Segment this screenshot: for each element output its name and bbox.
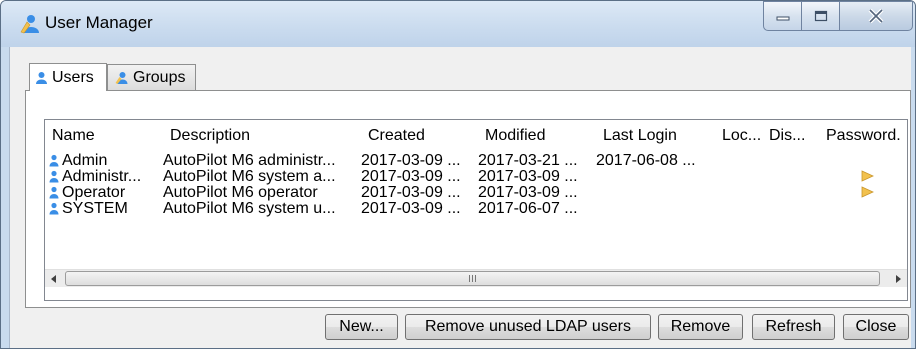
title-bar[interactable]: User Manager bbox=[1, 1, 915, 47]
table-row[interactable]: SYSTEM AutoPilot M6 system u... 2017-03-… bbox=[45, 201, 907, 217]
maximize-button[interactable] bbox=[801, 1, 839, 31]
minimize-button[interactable] bbox=[763, 1, 801, 31]
scroll-right-button[interactable] bbox=[889, 270, 907, 288]
tab-users[interactable]: Users bbox=[29, 63, 107, 91]
column-header-disabled[interactable]: Dis... bbox=[762, 120, 805, 152]
cell-description: AutoPilot M6 system a... bbox=[163, 169, 336, 185]
close-button[interactable]: Close bbox=[843, 314, 909, 340]
cell-created: 2017-03-09 ... bbox=[361, 153, 461, 169]
cell-created: 2017-03-09 ... bbox=[361, 201, 461, 217]
cell-modified: 2017-03-21 ... bbox=[478, 153, 578, 169]
list-header: Name Description Created Modified Last L… bbox=[45, 120, 907, 152]
new-button[interactable]: New... bbox=[325, 314, 398, 340]
cell-description: AutoPilot M6 system u... bbox=[163, 201, 336, 217]
cell-modified: 2017-03-09 ... bbox=[478, 169, 578, 185]
cell-modified: 2017-03-09 ... bbox=[478, 185, 578, 201]
cell-description: AutoPilot M6 administr... bbox=[163, 153, 336, 169]
user-icon bbox=[36, 71, 47, 84]
user-manager-window: User Manager Users Groups Name Descripti… bbox=[0, 0, 916, 349]
password-expired-icon bbox=[861, 186, 874, 198]
group-icon bbox=[115, 71, 128, 84]
remove-button[interactable]: Remove bbox=[658, 314, 743, 340]
user-icon bbox=[49, 170, 59, 183]
arrow-left-icon bbox=[51, 275, 56, 283]
maximize-icon bbox=[814, 10, 827, 22]
table-row[interactable]: Administr... AutoPilot M6 system a... 20… bbox=[45, 169, 907, 185]
tab-groups[interactable]: Groups bbox=[107, 64, 196, 90]
table-row[interactable]: Admin AutoPilot M6 administr... 2017-03-… bbox=[45, 153, 907, 169]
column-header-last-login[interactable]: Last Login bbox=[596, 120, 677, 152]
cell-created: 2017-03-09 ... bbox=[361, 169, 461, 185]
column-header-locked[interactable]: Loc... bbox=[715, 120, 761, 152]
cell-last-login: 2017-06-08 ... bbox=[596, 153, 696, 169]
users-list[interactable]: Name Description Created Modified Last L… bbox=[44, 119, 908, 301]
cell-last-login bbox=[596, 201, 715, 217]
grip-icon bbox=[468, 275, 477, 282]
column-header-modified[interactable]: Modified bbox=[478, 120, 545, 152]
table-row[interactable]: Operator AutoPilot M6 operator 2017-03-0… bbox=[45, 185, 907, 201]
close-window-button[interactable] bbox=[839, 1, 913, 31]
close-icon bbox=[868, 9, 884, 23]
cell-last-login bbox=[596, 169, 715, 185]
tab-groups-label: Groups bbox=[133, 68, 186, 86]
horizontal-scrollbar[interactable] bbox=[45, 269, 907, 287]
cell-name: Admin bbox=[62, 153, 108, 169]
cell-name: Operator bbox=[62, 185, 126, 201]
cell-name: SYSTEM bbox=[62, 201, 128, 217]
refresh-button[interactable]: Refresh bbox=[752, 314, 835, 340]
cell-modified: 2017-06-07 ... bbox=[478, 201, 578, 217]
user-manager-icon bbox=[20, 15, 39, 34]
user-icon bbox=[49, 202, 59, 215]
remove-unused-ldap-users-button[interactable]: Remove unused LDAP users bbox=[405, 314, 651, 340]
cell-description: AutoPilot M6 operator bbox=[163, 185, 318, 201]
column-header-password[interactable]: Password. bbox=[819, 120, 901, 152]
minimize-icon bbox=[776, 16, 789, 21]
window-title: User Manager bbox=[45, 13, 153, 32]
arrow-right-icon bbox=[896, 275, 901, 283]
cell-name: Administr... bbox=[62, 169, 142, 185]
column-header-created[interactable]: Created bbox=[361, 120, 425, 152]
column-header-description[interactable]: Description bbox=[163, 120, 250, 152]
tab-users-label: Users bbox=[52, 68, 94, 86]
users-tab-panel: Name Description Created Modified Last L… bbox=[25, 90, 911, 308]
scroll-left-button[interactable] bbox=[45, 270, 63, 288]
scrollbar-thumb[interactable] bbox=[65, 271, 880, 286]
column-header-name[interactable]: Name bbox=[45, 120, 95, 152]
password-expired-icon bbox=[861, 170, 874, 182]
cell-created: 2017-03-09 ... bbox=[361, 185, 461, 201]
user-icon bbox=[49, 186, 59, 199]
cell-last-login bbox=[596, 185, 715, 201]
user-icon bbox=[49, 154, 59, 167]
window-client-area: Users Groups Name Description Created Mo… bbox=[9, 47, 911, 348]
